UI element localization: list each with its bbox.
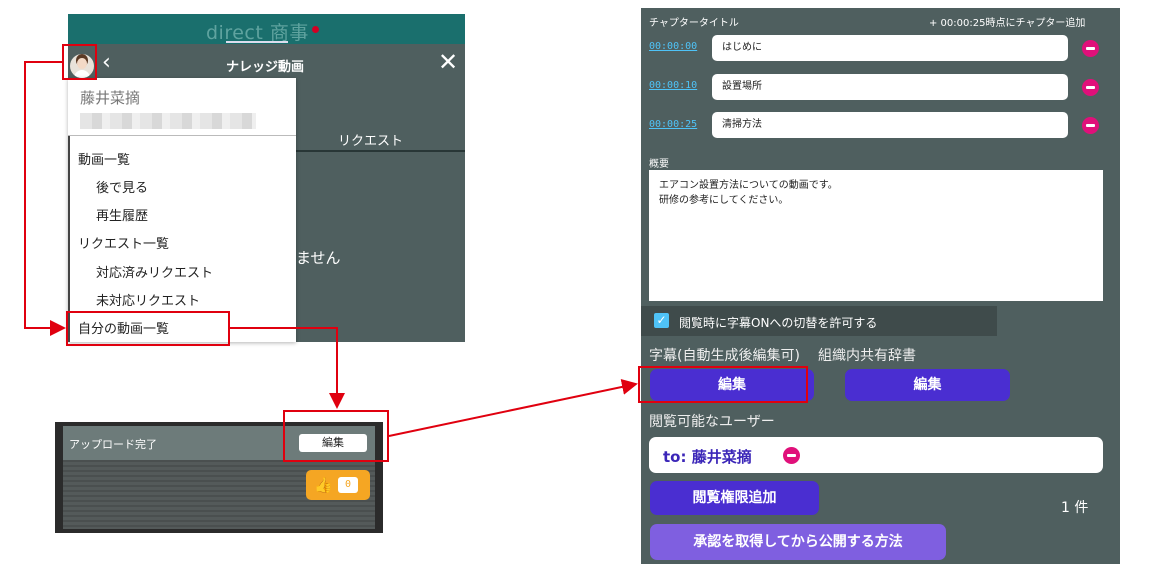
arrow-card-to-form [388, 379, 638, 437]
arrow-avatar-to-menu [24, 61, 66, 336]
annotation-arrows [24, 61, 638, 437]
arrow-menu-to-card [230, 327, 345, 409]
